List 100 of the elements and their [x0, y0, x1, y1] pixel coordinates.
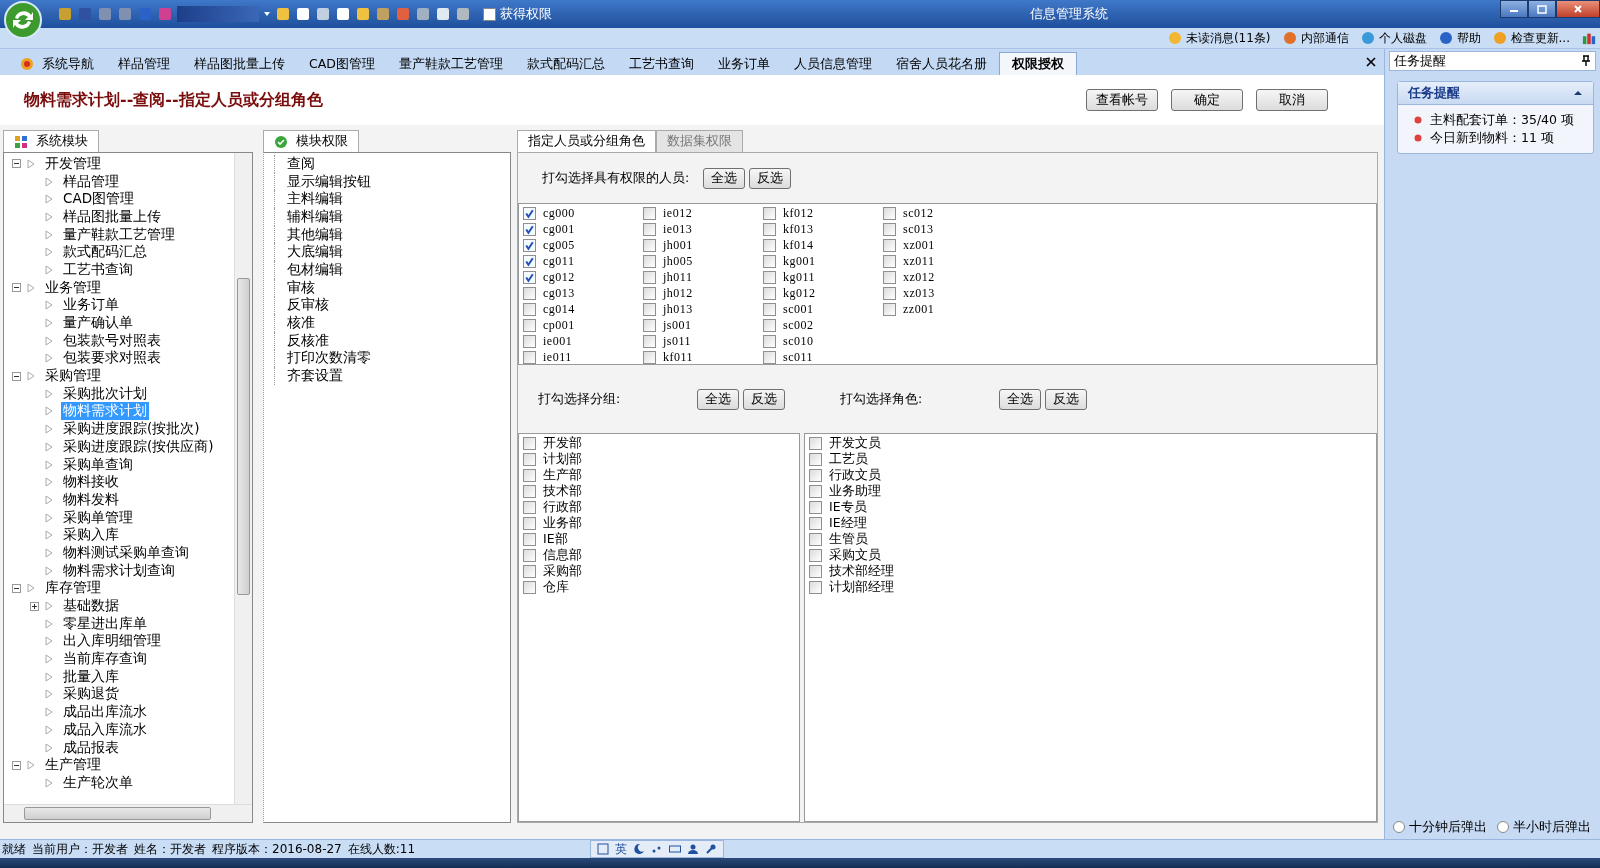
checkbox[interactable] [523, 302, 536, 316]
tree-item[interactable]: 采购进度跟踪(按供应商) [61, 437, 216, 456]
checkbox[interactable] [643, 238, 656, 252]
permission-item[interactable]: 显示编辑按钮 [287, 172, 371, 191]
checkbox-label[interactable]: js001 [663, 317, 692, 333]
toolbar-icon[interactable] [435, 6, 451, 22]
action-button[interactable]: 查看帐号 [1086, 89, 1158, 111]
permission-item[interactable]: 其他编辑 [287, 225, 343, 244]
panel-tab[interactable]: 数据集权限 [656, 130, 743, 152]
checkbox-label[interactable]: 计划部经理 [829, 578, 894, 596]
checkbox-label[interactable]: sc012 [903, 205, 934, 221]
tree-item[interactable]: 开发管理 [43, 155, 103, 173]
checkbox[interactable] [809, 516, 822, 530]
select-button[interactable]: 反选 [743, 388, 785, 410]
checkbox-label[interactable]: 开发文员 [829, 434, 881, 452]
toolbar-icon[interactable] [355, 6, 371, 22]
checkbox[interactable] [763, 286, 776, 300]
permission-item[interactable]: 核准 [287, 314, 315, 333]
checkbox[interactable] [523, 222, 536, 236]
checkbox-label[interactable]: xz013 [903, 285, 935, 301]
maximize-button[interactable] [1528, 0, 1556, 18]
top-link[interactable]: 帮助 [1456, 29, 1481, 47]
checkbox[interactable] [763, 254, 776, 268]
tree-item[interactable]: 基础数据 [61, 597, 121, 616]
toolbar-icon[interactable] [375, 6, 391, 22]
checkbox[interactable] [809, 468, 822, 482]
tree-item[interactable]: 包装要求对照表 [61, 349, 163, 368]
tab[interactable]: CAD图管理 [297, 53, 387, 75]
tree-item[interactable]: 采购管理 [43, 367, 103, 386]
link-icon[interactable] [1282, 31, 1297, 45]
users-icon[interactable] [1582, 31, 1596, 45]
checkbox-label[interactable]: cg001 [543, 221, 575, 237]
expander-icon[interactable] [12, 760, 21, 770]
checkbox[interactable] [883, 222, 896, 236]
checkbox[interactable] [643, 302, 656, 316]
tree-item[interactable]: 包装款号对照表 [61, 331, 163, 350]
select-button[interactable]: 全选 [697, 388, 739, 410]
checkbox[interactable] [763, 318, 776, 332]
checkbox[interactable] [643, 350, 656, 364]
permission-label[interactable]: 获得权限 [500, 5, 552, 23]
checkbox[interactable] [883, 302, 896, 316]
select-button[interactable]: 全选 [999, 388, 1041, 410]
tree-item[interactable]: 业务管理 [43, 278, 103, 297]
toolbar-icon[interactable] [275, 6, 291, 22]
tree-item[interactable]: 物料接收 [61, 473, 121, 492]
checkbox-label[interactable]: kg011 [783, 269, 816, 285]
checkbox[interactable] [643, 286, 656, 300]
pin-icon[interactable] [1581, 55, 1591, 67]
checkbox-label[interactable]: jh005 [663, 253, 693, 269]
checkbox[interactable] [643, 254, 656, 268]
permission-checkbox[interactable] [483, 7, 496, 21]
checkbox[interactable] [523, 350, 536, 364]
checkbox[interactable] [883, 238, 896, 252]
checkbox-label[interactable]: sc011 [783, 349, 814, 365]
permission-item[interactable]: 打印次数清零 [287, 349, 371, 368]
checkbox[interactable] [883, 286, 896, 300]
tab[interactable]: 权限授权 [998, 52, 1077, 75]
tree-item[interactable]: 采购批次计划 [61, 384, 149, 403]
tree-item[interactable]: 采购单查询 [61, 455, 135, 474]
radio-button[interactable] [1497, 821, 1509, 833]
checkbox[interactable] [643, 222, 656, 236]
toolbar-icon[interactable] [455, 6, 471, 22]
checkbox[interactable] [523, 468, 536, 482]
checkbox[interactable] [643, 206, 656, 220]
ime-mode[interactable]: 英 [615, 840, 627, 858]
tree-item[interactable]: 零星进出库单 [61, 614, 149, 633]
checkbox-label[interactable]: 仓库 [543, 578, 569, 596]
checkbox-label[interactable]: kf011 [663, 349, 694, 365]
task-item[interactable]: 主料配套订单：35/40 项 [1430, 111, 1574, 129]
tree-item[interactable]: 款式配码汇总 [61, 243, 149, 262]
checkbox-label[interactable]: kg001 [783, 253, 816, 269]
checkbox-label[interactable]: 计划部 [543, 450, 582, 468]
top-link[interactable]: 个人磁盘 [1378, 29, 1427, 47]
checkbox[interactable] [523, 286, 536, 300]
checkbox[interactable] [523, 270, 536, 284]
checkbox[interactable] [523, 564, 536, 578]
checkbox-label[interactable]: IE部 [543, 530, 568, 548]
checkbox-label[interactable]: ie011 [543, 349, 572, 365]
close-icon[interactable] [1366, 57, 1376, 67]
checkbox[interactable] [523, 452, 536, 466]
permission-item[interactable]: 反审核 [287, 296, 329, 315]
checkbox[interactable] [523, 516, 536, 530]
tree-item[interactable]: 生产轮次单 [61, 773, 135, 792]
checkbox-label[interactable]: 信息部 [543, 546, 582, 564]
checkbox[interactable] [809, 580, 822, 594]
checkbox-label[interactable]: sc013 [903, 221, 934, 237]
expander-icon[interactable] [12, 159, 21, 169]
checkbox-label[interactable]: xz011 [903, 253, 935, 269]
checkbox[interactable] [523, 334, 536, 348]
task-item[interactable]: 今日新到物料：11 项 [1430, 129, 1554, 147]
checkbox[interactable] [809, 532, 822, 546]
toolbar-icon[interactable] [57, 6, 73, 22]
checkbox-label[interactable]: IE专员 [829, 498, 867, 516]
moon-icon[interactable] [633, 843, 645, 855]
checkbox[interactable] [523, 484, 536, 498]
close-button[interactable] [1556, 0, 1600, 18]
checkbox[interactable] [883, 206, 896, 220]
permission-item[interactable]: 辅料编辑 [287, 207, 343, 226]
select-button[interactable]: 反选 [1045, 388, 1087, 410]
checkbox-label[interactable]: cg005 [543, 237, 575, 253]
